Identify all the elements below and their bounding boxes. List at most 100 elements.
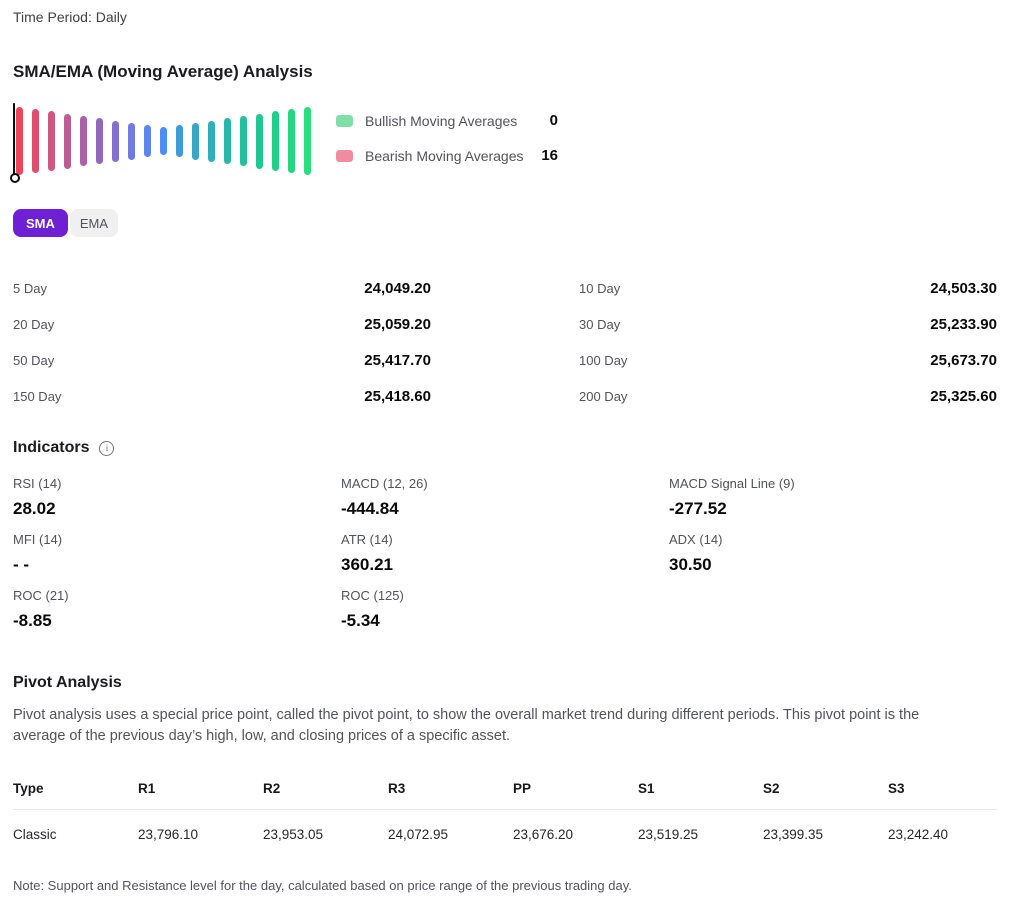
indicator-value: - - [13, 554, 341, 576]
gauge-bar [240, 116, 247, 166]
ma-value: 25,673.70 [930, 352, 997, 369]
time-period-label: Time Period: Daily [13, 9, 997, 25]
pivot-col-r3: R3 [388, 781, 513, 796]
indicators-title: Indicators [13, 439, 89, 457]
gauge-bar [288, 109, 295, 173]
sma-toggle-button[interactable]: SMA [13, 209, 68, 237]
ma-value: 25,325.60 [930, 388, 997, 405]
indicator-macd-signal: MACD Signal Line (9) -277.52 [669, 476, 997, 520]
ma-label: 30 Day [579, 317, 620, 332]
pivot-col-s2: S2 [763, 781, 888, 796]
stock-analysis-page: Time Period: Daily SMA/EMA (Moving Avera… [0, 0, 1024, 897]
pivot-col-s1: S1 [638, 781, 763, 796]
indicator-roc21: ROC (21) -8.85 [13, 588, 341, 632]
gauge-bar [32, 109, 39, 173]
ma-label: 50 Day [13, 353, 54, 368]
ma-value: 25,417.70 [364, 352, 431, 369]
pivot-section-title: Pivot Analysis [13, 674, 997, 692]
pivot-cell-r2: 23,953.05 [263, 827, 388, 842]
pivot-col-type: Type [13, 781, 138, 796]
sentiment-gauge [13, 101, 313, 181]
pivot-table-header: Type R1 R2 R3 PP S1 S2 S3 [13, 781, 997, 810]
indicator-label: ADX (14) [669, 532, 997, 548]
indicators-grid: RSI (14) 28.02 MACD (12, 26) -444.84 MAC… [13, 476, 997, 644]
indicator-adx: ADX (14) 30.50 [669, 532, 997, 576]
pivot-cell-type: Classic [13, 827, 138, 842]
ma-label: 5 Day [13, 281, 47, 296]
gauge-bar [144, 125, 151, 157]
gauge-needle [13, 103, 15, 176]
indicator-value: 28.02 [13, 498, 341, 520]
ma-label: 200 Day [579, 389, 627, 404]
bearish-label: Bearish Moving Averages [365, 148, 541, 164]
gauge-bar [128, 123, 135, 160]
ma-row-5day: 5 Day 24,049.20 [13, 270, 431, 306]
ma-row-10day: 10 Day 24,503.30 [579, 270, 997, 306]
ma-label: 20 Day [13, 317, 54, 332]
pivot-col-pp: PP [513, 781, 638, 796]
gauge-legend: Bullish Moving Averages 0 Bearish Moving… [336, 101, 558, 183]
moving-average-gauge-row: Bullish Moving Averages 0 Bearish Moving… [13, 101, 997, 183]
gauge-bar [192, 123, 199, 160]
bullish-swatch [336, 115, 353, 127]
gauge-bar [304, 107, 311, 175]
ma-row-150day: 150 Day 25,418.60 [13, 378, 431, 414]
pivot-description: Pivot analysis uses a special price poin… [13, 705, 965, 747]
bearish-count: 16 [541, 147, 558, 164]
sma-section-title: SMA/EMA (Moving Average) Analysis [13, 62, 997, 82]
pivot-col-r1: R1 [138, 781, 263, 796]
pivot-col-r2: R2 [263, 781, 388, 796]
ema-toggle-button[interactable]: EMA [70, 209, 118, 237]
ma-row-100day: 100 Day 25,673.70 [579, 342, 997, 378]
gauge-bar [96, 118, 103, 164]
ma-value: 25,059.20 [364, 316, 431, 333]
gauge-bar [80, 116, 87, 166]
bearish-swatch [336, 150, 353, 162]
indicator-label: RSI (14) [13, 476, 341, 492]
gauge-bar [224, 118, 231, 164]
pivot-note: Note: Support and Resistance level for t… [13, 878, 997, 893]
indicator-label: MACD (12, 26) [341, 476, 669, 492]
indicators-header: Indicators i [13, 439, 997, 457]
indicator-label: ROC (125) [341, 588, 669, 604]
indicator-label: MFI (14) [13, 532, 341, 548]
indicator-value: -444.84 [341, 498, 669, 520]
legend-item-bullish: Bullish Moving Averages 0 [336, 113, 558, 128]
ma-value: 24,503.30 [930, 280, 997, 297]
indicator-value: -277.52 [669, 498, 997, 520]
pivot-cell-s2: 23,399.35 [763, 827, 888, 842]
indicator-value: 360.21 [341, 554, 669, 576]
sma-ema-toggle: SMA EMA [13, 209, 997, 237]
ma-row-50day: 50 Day 25,417.70 [13, 342, 431, 378]
indicator-value: -8.85 [13, 610, 341, 632]
gauge-bars [13, 101, 313, 181]
gauge-bar [48, 111, 55, 171]
ma-row-200day: 200 Day 25,325.60 [579, 378, 997, 414]
gauge-bar [112, 121, 119, 162]
indicator-atr: ATR (14) 360.21 [341, 532, 669, 576]
indicator-macd: MACD (12, 26) -444.84 [341, 476, 669, 520]
pivot-cell-r3: 24,072.95 [388, 827, 513, 842]
indicator-value: -5.34 [341, 610, 669, 632]
bullish-label: Bullish Moving Averages [365, 113, 550, 129]
indicator-label: MACD Signal Line (9) [669, 476, 997, 492]
gauge-bar [256, 114, 263, 169]
moving-averages-table: 5 Day 24,049.20 10 Day 24,503.30 20 Day … [13, 270, 997, 414]
ma-label: 100 Day [579, 353, 627, 368]
indicator-rsi: RSI (14) 28.02 [13, 476, 341, 520]
gauge-bar [16, 107, 23, 175]
bullish-count: 0 [550, 112, 558, 129]
legend-item-bearish: Bearish Moving Averages 16 [336, 148, 558, 163]
pivot-table: Type R1 R2 R3 PP S1 S2 S3 Classic 23,796… [13, 781, 997, 842]
ma-value: 25,233.90 [930, 316, 997, 333]
pivot-table-row-classic: Classic 23,796.10 23,953.05 24,072.95 23… [13, 810, 997, 842]
ma-label: 10 Day [579, 281, 620, 296]
indicator-roc125: ROC (125) -5.34 [341, 588, 669, 632]
gauge-bar [160, 127, 167, 155]
info-icon[interactable]: i [99, 441, 114, 456]
gauge-bar [272, 111, 279, 171]
gauge-bar [208, 121, 215, 162]
pivot-cell-r1: 23,796.10 [138, 827, 263, 842]
ma-value: 24,049.20 [364, 280, 431, 297]
ma-row-30day: 30 Day 25,233.90 [579, 306, 997, 342]
